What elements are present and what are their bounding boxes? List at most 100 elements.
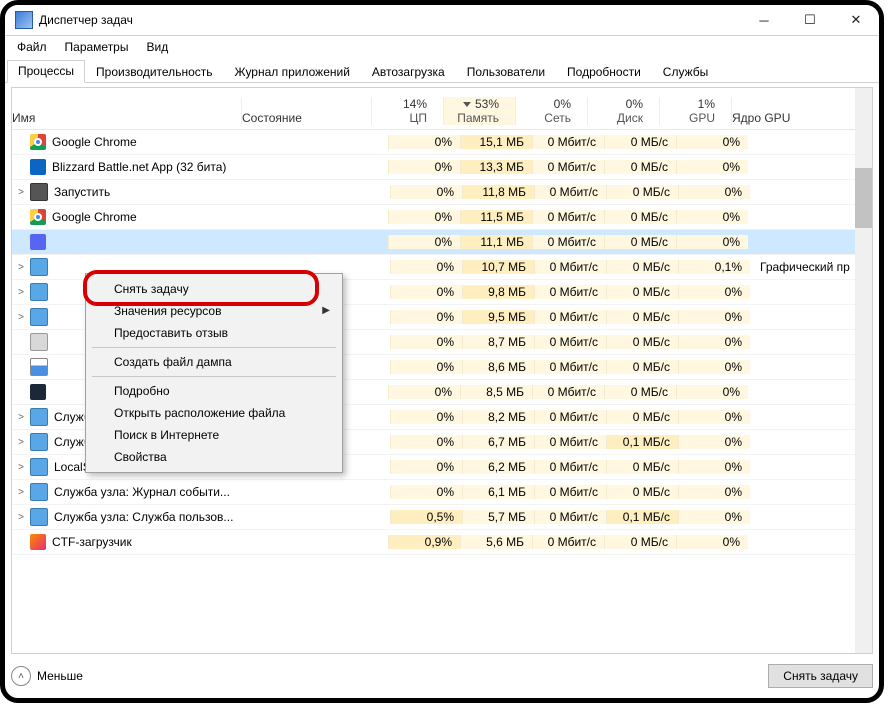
disk-value: 0 МБ/с	[606, 485, 678, 499]
col-state[interactable]: Состояние	[242, 97, 372, 125]
menu-item-8[interactable]: Поиск в Интернете	[88, 424, 340, 446]
cpu-value: 0,9%	[388, 535, 460, 549]
disk-value: 0 МБ/с	[606, 360, 678, 374]
memory-value: 8,6 МБ	[462, 360, 534, 374]
col-gpu-engine[interactable]: Ядро GPU	[732, 97, 872, 125]
gpu-value: 0%	[678, 460, 750, 474]
process-row[interactable]: >Служба узла: Служба пользов...0,5%5,7 М…	[12, 505, 872, 530]
process-icon	[30, 333, 48, 351]
tab-6[interactable]: Службы	[652, 61, 719, 83]
app-icon	[15, 11, 33, 29]
scrollbar-thumb[interactable]	[855, 168, 872, 228]
expand-icon[interactable]: >	[12, 437, 30, 448]
cpu-value: 0%	[388, 135, 460, 149]
scrollbar-track[interactable]	[855, 88, 872, 653]
expand-icon[interactable]: >	[12, 262, 30, 273]
network-value: 0 Мбит/с	[532, 135, 604, 149]
network-value: 0 Мбит/с	[532, 235, 604, 249]
end-task-button[interactable]: Снять задачу	[768, 664, 873, 688]
process-row[interactable]: Google Chrome0%11,5 МБ0 Мбит/с0 МБ/с0%	[12, 205, 872, 230]
disk-value: 0 МБ/с	[604, 160, 676, 174]
menu-item-4[interactable]: Создать файл дампа	[88, 351, 340, 373]
process-row[interactable]: >Запустить0%11,8 МБ0 Мбит/с0 МБ/с0%	[12, 180, 872, 205]
process-row[interactable]: >Служба узла: Журнал событи...0%6,1 МБ0 …	[12, 480, 872, 505]
process-icon	[30, 534, 46, 550]
expand-icon[interactable]: >	[12, 512, 30, 523]
network-value: 0 Мбит/с	[534, 460, 606, 474]
process-icon	[30, 283, 48, 301]
memory-value: 6,2 МБ	[462, 460, 534, 474]
memory-value: 6,1 МБ	[462, 485, 534, 499]
process-icon	[30, 234, 46, 250]
network-value: 0 Мбит/с	[534, 185, 606, 199]
col-network[interactable]: 0%Сеть	[516, 97, 588, 125]
process-row[interactable]: Blizzard Battle.net App (32 бита)0%13,3 …	[12, 155, 872, 180]
process-row[interactable]: 0%11,1 МБ0 Мбит/с0 МБ/с0%	[12, 230, 872, 255]
network-value: 0 Мбит/с	[534, 285, 606, 299]
memory-value: 11,1 МБ	[460, 235, 532, 249]
process-name: Служба узла: Служба пользов...	[54, 510, 260, 524]
column-headers: Имя Состояние 14%ЦП 53%Память 0%Сеть 0%Д…	[12, 88, 872, 130]
tab-0[interactable]: Процессы	[7, 60, 85, 83]
expand-icon[interactable]: >	[12, 412, 30, 423]
menu-file[interactable]: Файл	[9, 38, 55, 56]
tab-2[interactable]: Журнал приложений	[224, 61, 361, 83]
memory-value: 8,5 МБ	[460, 385, 532, 399]
tab-5[interactable]: Подробности	[556, 61, 652, 83]
disk-value: 0 МБ/с	[606, 410, 678, 424]
process-name: CTF-загрузчик	[52, 535, 258, 549]
maximize-button[interactable]: ☐	[787, 5, 833, 35]
tab-1[interactable]: Производительность	[85, 61, 223, 83]
col-memory[interactable]: 53%Память	[444, 97, 516, 125]
menu-item-1[interactable]: Значения ресурсов▶	[88, 300, 340, 322]
network-value: 0 Мбит/с	[532, 210, 604, 224]
footer: ˄ Меньше Снять задачу	[11, 660, 873, 692]
col-cpu[interactable]: 14%ЦП	[372, 97, 444, 125]
expand-icon[interactable]: >	[12, 287, 30, 298]
minimize-button[interactable]: ─	[741, 5, 787, 35]
menu-view[interactable]: Вид	[138, 38, 176, 56]
memory-value: 15,1 МБ	[460, 135, 532, 149]
tab-4[interactable]: Пользователи	[456, 61, 556, 83]
process-icon	[30, 458, 48, 476]
close-button[interactable]: ✕	[833, 5, 879, 35]
menu-item-9[interactable]: Свойства	[88, 446, 340, 468]
memory-value: 9,8 МБ	[462, 285, 534, 299]
gpu-engine-value: Графический пр	[750, 260, 872, 274]
disk-value: 0 МБ/с	[604, 235, 676, 249]
menu-item-2[interactable]: Предоставить отзыв	[88, 322, 340, 344]
expand-icon[interactable]: >	[12, 187, 30, 198]
menu-options[interactable]: Параметры	[57, 38, 137, 56]
network-value: 0 Мбит/с	[534, 335, 606, 349]
col-disk[interactable]: 0%Диск	[588, 97, 660, 125]
menu-item-0[interactable]: Снять задачу	[88, 278, 340, 300]
col-gpu[interactable]: 1%GPU	[660, 97, 732, 125]
memory-value: 13,3 МБ	[460, 160, 532, 174]
gpu-value: 0%	[678, 285, 750, 299]
process-row[interactable]: CTF-загрузчик0,9%5,6 МБ0 Мбит/с0 МБ/с0%	[12, 530, 872, 555]
gpu-value: 0,1%	[678, 260, 750, 274]
process-row[interactable]: Google Chrome0%15,1 МБ0 Мбит/с0 МБ/с0%	[12, 130, 872, 155]
gpu-value: 0%	[678, 335, 750, 349]
cpu-value: 0%	[390, 460, 462, 474]
expand-icon[interactable]: >	[12, 487, 30, 498]
gpu-value: 0%	[678, 185, 750, 199]
menu-separator	[92, 376, 336, 377]
process-icon	[30, 483, 48, 501]
fewer-details-button[interactable]: ˄ Меньше	[11, 666, 83, 686]
submenu-arrow-icon: ▶	[322, 305, 330, 316]
gpu-value: 0%	[678, 485, 750, 499]
menu-item-7[interactable]: Открыть расположение файла	[88, 402, 340, 424]
expand-icon[interactable]: >	[12, 462, 30, 473]
memory-value: 11,5 МБ	[460, 210, 532, 224]
network-value: 0 Мбит/с	[534, 485, 606, 499]
col-name[interactable]: Имя	[12, 97, 242, 125]
tab-3[interactable]: Автозагрузка	[361, 61, 456, 83]
expand-icon[interactable]: >	[12, 312, 30, 323]
gpu-value: 0%	[676, 160, 748, 174]
chevron-up-icon: ˄	[11, 666, 31, 686]
cpu-value: 0%	[390, 260, 462, 274]
network-value: 0 Мбит/с	[534, 360, 606, 374]
process-name: Google Chrome	[52, 135, 258, 149]
menu-item-6[interactable]: Подробно	[88, 380, 340, 402]
